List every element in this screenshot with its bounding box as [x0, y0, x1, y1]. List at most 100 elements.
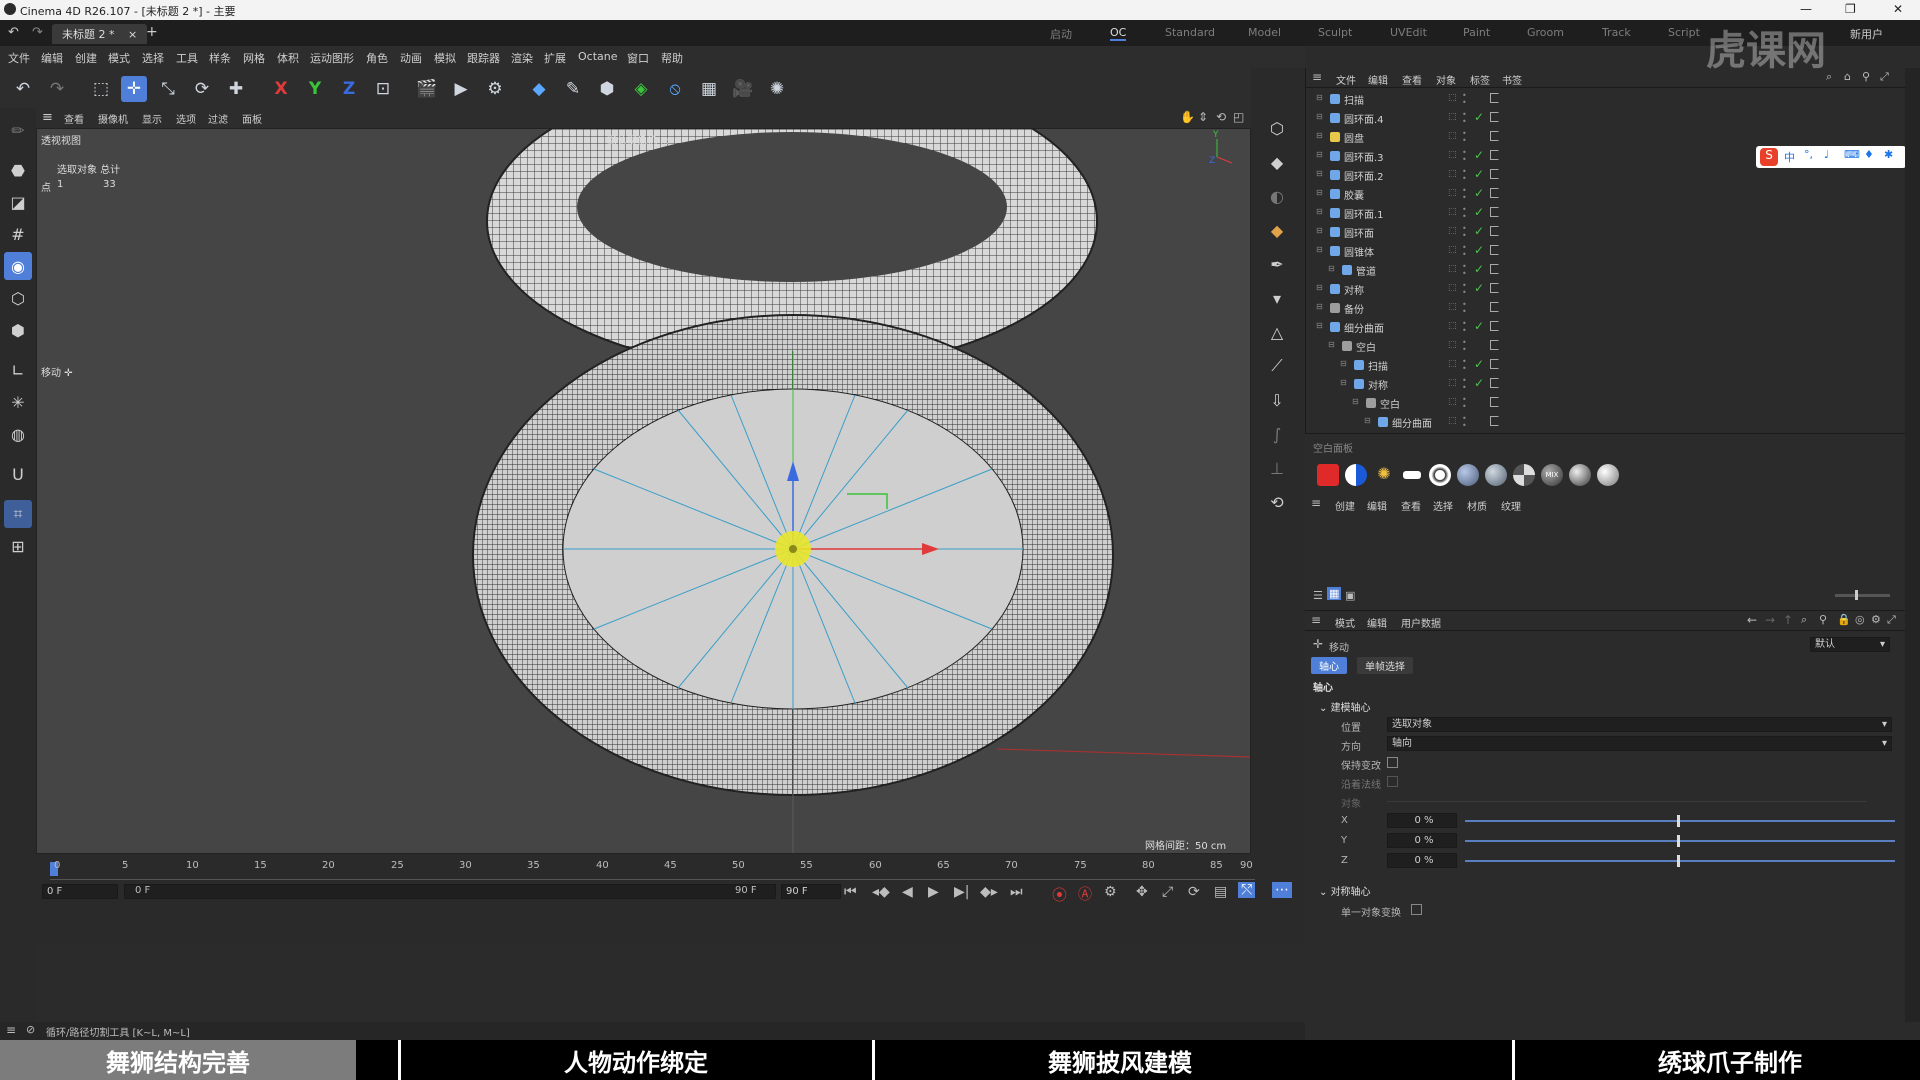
visibility-dots-icon[interactable]: • • — [1462, 92, 1467, 107]
layer-icon[interactable]: ⬚ — [1448, 207, 1457, 217]
object-row[interactable]: ⊟ 圆环面.2 ⬚ • • ✓ — [1306, 166, 1906, 185]
enabled-check-icon[interactable]: ✓ — [1474, 205, 1484, 219]
menu-edit[interactable]: 编辑 — [41, 50, 63, 66]
minimize-button[interactable]: — — [1800, 2, 1812, 16]
object-name[interactable]: 备份 — [1344, 301, 1364, 316]
ime-toolbar[interactable]: S 中 °, ♩ ⌨ ♦ ✱ — [1756, 146, 1906, 168]
next-key-icon[interactable]: ◆▸ — [980, 884, 998, 900]
paint-bucket-icon[interactable]: ▾ — [1263, 284, 1291, 312]
layer-icon[interactable]: ⬚ — [1448, 397, 1457, 407]
layer-icon[interactable]: ⬚ — [1448, 169, 1457, 179]
om-menu-object[interactable]: 对象 — [1436, 72, 1456, 87]
vp-menu-options[interactable]: 选项 — [176, 111, 196, 126]
enabled-check-icon[interactable]: ✓ — [1474, 281, 1484, 295]
keyframe-settings-icon[interactable]: ⚙ — [1104, 884, 1117, 900]
layer-icon[interactable]: ⬚ — [1448, 416, 1457, 426]
am-menu-userdata[interactable]: 用户数据 — [1401, 615, 1441, 630]
layout-tab-track[interactable]: Track — [1602, 26, 1631, 39]
enabled-check-icon[interactable]: ✓ — [1474, 224, 1484, 238]
expand-toggle-icon[interactable]: ⊟ — [1316, 131, 1323, 140]
nav-item-3[interactable]: 舞狮披风建模 — [875, 1040, 1365, 1080]
x-axis-lock-icon[interactable]: X — [268, 76, 294, 102]
current-frame-field[interactable]: 0 F — [42, 884, 118, 899]
enabled-check-icon[interactable]: ✓ — [1474, 148, 1484, 162]
brush-icon[interactable]: ✏ — [4, 116, 32, 144]
mm-menu-texture[interactable]: 纹理 — [1501, 498, 1521, 513]
octane-render-icon[interactable] — [1317, 464, 1339, 486]
layout-tab-sculpt[interactable]: Sculpt — [1318, 26, 1352, 39]
expand-toggle-icon[interactable]: ⊟ — [1316, 207, 1323, 216]
camera-label[interactable]: 默认摄像机 ◎ — [607, 132, 669, 147]
menu-animate[interactable]: 动画 — [400, 50, 422, 66]
visibility-dots-icon[interactable]: • • — [1462, 111, 1467, 126]
tag-icon[interactable] — [1490, 264, 1499, 274]
tab-pivot[interactable]: 轴心 — [1311, 657, 1347, 674]
knife-icon[interactable]: ⟋ — [1263, 352, 1291, 380]
enabled-check-icon[interactable]: ✓ — [1474, 262, 1484, 276]
go-to-start-icon[interactable]: ⏮ — [844, 884, 857, 900]
y-axis-lock-icon[interactable]: Y — [302, 76, 328, 102]
magnet-icon[interactable]: U — [4, 460, 32, 488]
layer-icon[interactable]: ⬚ — [1448, 283, 1457, 293]
expand-toggle-icon[interactable]: ⊟ — [1328, 264, 1335, 273]
layout-tab-uvedit[interactable]: UVEdit — [1390, 26, 1427, 39]
layer-icon[interactable]: ⬚ — [1448, 378, 1457, 388]
object-name[interactable]: 空白 — [1380, 396, 1400, 411]
perspective-viewport[interactable]: Y Z 透视视图 默认摄像机 ◎ 选取对象 总计 点 1 33 移动 ✛ 网格间… — [36, 128, 1251, 854]
snap-icon[interactable]: ⌗ — [4, 500, 32, 528]
transform-tool-icon[interactable]: ✚ — [223, 76, 249, 102]
coordinate-system-icon[interactable]: ⊡ — [370, 76, 396, 102]
triangle-icon[interactable]: △ — [1263, 318, 1291, 346]
visibility-dots-icon[interactable]: • • — [1462, 187, 1467, 202]
visibility-dots-icon[interactable]: • • — [1462, 244, 1467, 259]
mm-menu-material[interactable]: 材质 — [1467, 498, 1487, 513]
menu-mesh[interactable]: 网格 — [243, 50, 265, 66]
status-menu-icon[interactable]: ≡ — [6, 1023, 16, 1037]
object-name[interactable]: 圆环面 — [1344, 225, 1374, 240]
om-menu-tag[interactable]: 标签 — [1470, 72, 1490, 87]
material-diffuse[interactable] — [1457, 464, 1479, 486]
ime-skin-icon[interactable]: ♦ — [1864, 148, 1874, 161]
record-icon[interactable]: ⦿ — [1052, 884, 1067, 905]
expand-toggle-icon[interactable]: ⊟ — [1316, 188, 1323, 197]
object-row[interactable]: ⊟ 对称 ⬚ • • ✓ — [1306, 280, 1906, 299]
solo-icon[interactable]: ◍ — [4, 420, 32, 448]
layout-tab-oc[interactable]: OC — [1110, 26, 1127, 41]
visibility-dots-icon[interactable]: • • — [1462, 149, 1467, 164]
selection-tool-icon[interactable]: ⬚ — [88, 76, 114, 102]
octane-area-light-icon[interactable] — [1401, 464, 1423, 486]
ime-keyboard-icon[interactable]: ⌨ — [1844, 148, 1860, 161]
octane-target-icon[interactable] — [1429, 464, 1451, 486]
expand-toggle-icon[interactable]: ⊟ — [1316, 226, 1323, 235]
go-to-end-icon[interactable]: ⏭ — [1010, 884, 1023, 900]
am-menu-edit[interactable]: 编辑 — [1367, 615, 1387, 630]
expand-toggle-icon[interactable]: ⊟ — [1340, 359, 1347, 368]
cube-icon[interactable]: ◆ — [526, 76, 552, 102]
tag-icon[interactable] — [1490, 93, 1499, 103]
material-metal[interactable] — [1569, 464, 1591, 486]
pen-icon[interactable]: ✒ — [1263, 250, 1291, 278]
maximize-button[interactable]: ❐ — [1845, 2, 1856, 16]
viewport-orbit-icon[interactable]: ⟲ — [1216, 110, 1226, 124]
object-row[interactable]: ⊟ 备份 ⬚ • • — [1306, 299, 1906, 318]
enabled-check-icon[interactable]: ✓ — [1474, 319, 1484, 333]
object-name[interactable]: 对称 — [1368, 377, 1388, 392]
vp-menu-view[interactable]: 查看 — [64, 111, 84, 126]
up-arrow-icon[interactable]: ↑ — [1783, 613, 1793, 627]
rotate-tool-icon[interactable]: ⟳ — [189, 76, 215, 102]
object-name[interactable]: 空白 — [1356, 339, 1376, 354]
om-menu-view[interactable]: 查看 — [1402, 72, 1422, 87]
generator-icon[interactable]: ◈ — [628, 76, 654, 102]
menu-spline[interactable]: 样条 — [209, 50, 231, 66]
menu-select[interactable]: 选择 — [142, 50, 164, 66]
om-menu-edit[interactable]: 编辑 — [1368, 72, 1388, 87]
attrmgr-hamburger-icon[interactable]: ≡ — [1311, 613, 1321, 627]
layer-icon[interactable]: ⬚ — [1448, 150, 1457, 160]
layer-icon[interactable]: ⬚ — [1448, 264, 1457, 274]
om-home-icon[interactable]: ⌂ — [1844, 70, 1851, 83]
object-name[interactable]: 圆环面.1 — [1344, 206, 1384, 221]
visibility-dots-icon[interactable]: • • — [1462, 396, 1467, 411]
object-name[interactable]: 扫描 — [1368, 358, 1388, 373]
om-expand-icon[interactable]: ⤢ — [1880, 70, 1889, 84]
menu-file[interactable]: 文件 — [8, 50, 30, 66]
